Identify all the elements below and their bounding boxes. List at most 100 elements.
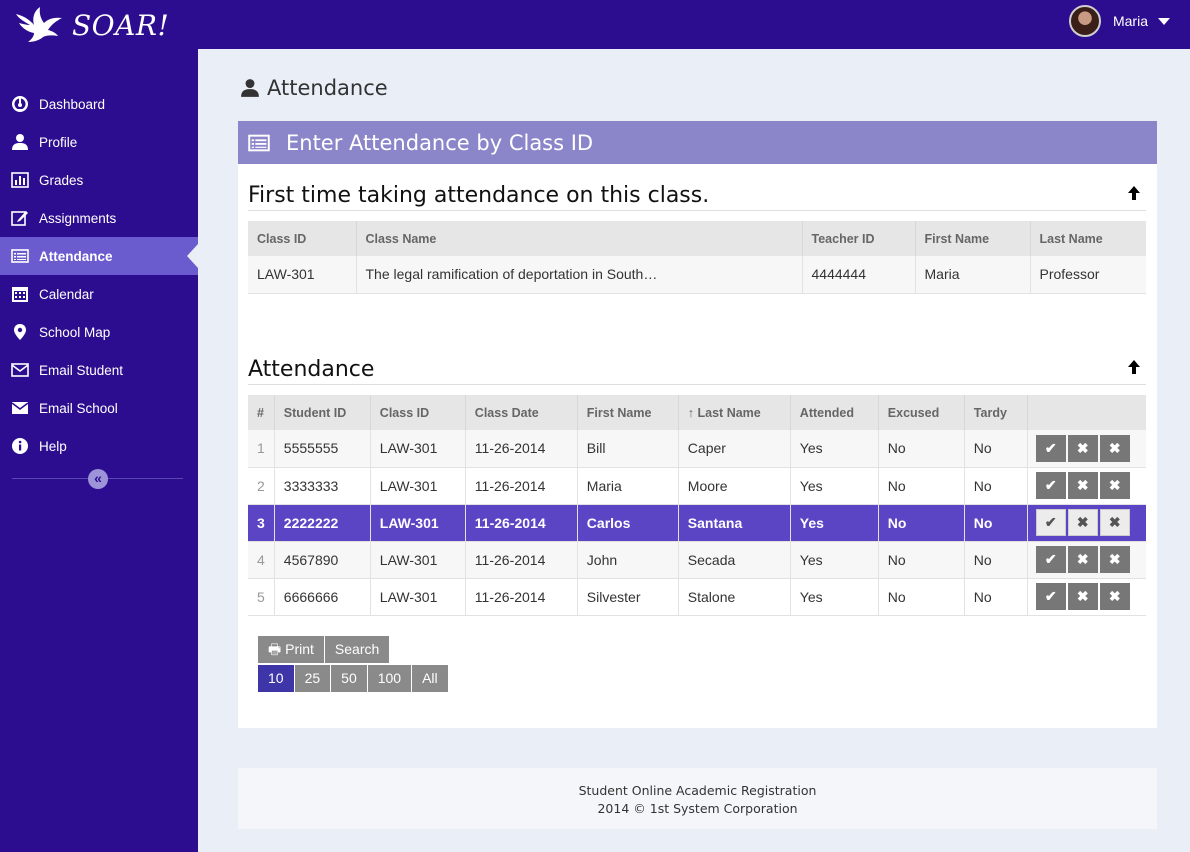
- sidebar-item-dashboard[interactable]: Dashboard: [0, 85, 198, 123]
- page-size-all[interactable]: All: [412, 665, 448, 692]
- avatar: [1068, 5, 1101, 37]
- cell-student-id: 2222222: [274, 504, 371, 542]
- times-icon: ✖: [1076, 477, 1089, 493]
- cell-last-name: Secada: [678, 541, 791, 579]
- bar-chart-icon: [11, 171, 29, 189]
- sidebar-item-label: Assignments: [39, 210, 117, 226]
- cell-student-id: 5555555: [274, 430, 371, 468]
- page-size-25[interactable]: 25: [294, 665, 331, 692]
- sidebar-item-attendance[interactable]: Attendance: [0, 237, 198, 275]
- cell-class-id: LAW-301: [370, 504, 466, 542]
- info-icon: [11, 437, 29, 455]
- cell-first-name: John: [577, 541, 679, 579]
- mark-attended-button[interactable]: ✔: [1035, 434, 1066, 462]
- column-header[interactable]: Class ID: [370, 395, 466, 430]
- sidebar-item-help[interactable]: Help: [0, 427, 198, 465]
- cell-attended: Yes: [790, 430, 879, 468]
- sidebar-item-email-school[interactable]: Email School: [0, 389, 198, 427]
- mark-tardy-button[interactable]: ✖: [1099, 472, 1130, 499]
- arrow-up-icon[interactable]: [1127, 359, 1141, 375]
- page-size-100[interactable]: 100: [367, 665, 412, 692]
- arrow-up-icon[interactable]: [1127, 185, 1141, 201]
- sidebar-item-calendar[interactable]: Calendar: [0, 275, 198, 313]
- sidebar-item-label: Dashboard: [39, 96, 106, 112]
- sidebar-item-school-map[interactable]: School Map: [0, 313, 198, 351]
- row-actions: ✔ ✖ ✖: [1027, 578, 1146, 616]
- table-row[interactable]: 4 4567890 LAW-301 11-26-2014 John Secada…: [248, 541, 1146, 579]
- sidebar-item-label: School Map: [39, 324, 111, 340]
- sidebar-item-grades[interactable]: Grades: [0, 161, 198, 199]
- row-actions: ✔ ✖ ✖: [1027, 504, 1146, 542]
- cell-student-id: 3333333: [274, 467, 371, 505]
- cell-excused: No: [878, 504, 965, 542]
- table-row-selected[interactable]: 3 2222222 LAW-301 11-26-2014 Carlos Sant…: [248, 504, 1146, 542]
- page-size-50[interactable]: 50: [331, 665, 367, 692]
- sidebar-item-email-student[interactable]: Email Student: [0, 351, 198, 389]
- cell-index: 5: [248, 578, 275, 616]
- column-header[interactable]: Class Date: [465, 395, 578, 430]
- user-menu[interactable]: Maria: [1068, 5, 1170, 37]
- mark-excused-button[interactable]: ✖: [1067, 472, 1098, 499]
- sidebar-item-label: Attendance: [39, 248, 113, 264]
- collapse-sidebar-button[interactable]: «: [88, 469, 108, 489]
- mark-tardy-button[interactable]: ✖: [1099, 434, 1130, 462]
- search-button[interactable]: Search: [324, 636, 390, 663]
- mark-attended-button[interactable]: ✔: [1035, 472, 1066, 499]
- cell-attended: Yes: [790, 578, 879, 616]
- column-header[interactable]: Attended: [790, 395, 879, 430]
- column-header-sorted[interactable]: ↑ Last Name: [678, 395, 791, 430]
- mark-attended-button[interactable]: ✔: [1035, 583, 1066, 610]
- mark-tardy-button[interactable]: ✖: [1099, 546, 1130, 573]
- column-header[interactable]: Tardy: [964, 395, 1028, 430]
- times-icon: ✖: [1108, 588, 1121, 604]
- cell-last-name: Santana: [678, 504, 791, 542]
- table-row[interactable]: 1 5555555 LAW-301 11-26-2014 Bill Caper …: [248, 430, 1146, 468]
- sidebar-item-assignments[interactable]: Assignments: [0, 199, 198, 237]
- mark-tardy-button[interactable]: ✖: [1099, 583, 1130, 610]
- cell-attended: Yes: [790, 541, 879, 579]
- column-header[interactable]: First Name: [577, 395, 679, 430]
- top-bar: SOAR! Maria: [0, 0, 1190, 49]
- table-tools: 🖶 Print Search: [258, 636, 390, 663]
- column-header[interactable]: Last Name: [1030, 221, 1146, 256]
- section-divider: [248, 384, 1146, 385]
- mark-excused-button[interactable]: ✖: [1067, 583, 1098, 610]
- mark-excused-button[interactable]: ✖: [1067, 546, 1098, 573]
- column-header[interactable]: Teacher ID: [802, 221, 916, 256]
- cell-first-name: Maria: [577, 467, 679, 505]
- sidebar-item-label: Calendar: [39, 286, 94, 302]
- sidebar-item-profile[interactable]: Profile: [0, 123, 198, 161]
- column-header[interactable]: Class ID: [248, 221, 357, 256]
- cell-index: 4: [248, 541, 275, 579]
- attendance-table: # Student ID Class ID Class Date First N…: [248, 395, 1146, 616]
- section-divider: [248, 210, 1146, 211]
- column-header[interactable]: First Name: [915, 221, 1031, 256]
- footer: Student Online Academic Registration 201…: [238, 768, 1157, 829]
- mark-excused-button[interactable]: ✖: [1067, 434, 1098, 462]
- print-button[interactable]: 🖶 Print: [258, 636, 324, 663]
- cell-last-name: Professor: [1030, 256, 1146, 294]
- sidebar-item-label: Profile: [39, 134, 78, 150]
- cell-last-name: Caper: [678, 430, 791, 468]
- mark-attended-button[interactable]: ✔: [1035, 546, 1066, 573]
- cell-tardy: No: [964, 430, 1028, 468]
- table-row[interactable]: LAW-301 The legal ramification of deport…: [248, 256, 1146, 294]
- brand[interactable]: SOAR!: [14, 6, 169, 44]
- times-icon: ✖: [1076, 551, 1089, 567]
- cell-class-date: 11-26-2014: [465, 430, 578, 468]
- cell-teacher-id: 4444444: [802, 256, 916, 294]
- column-header[interactable]: #: [248, 395, 275, 430]
- column-header[interactable]: Student ID: [274, 395, 371, 430]
- table-row[interactable]: 2 3333333 LAW-301 11-26-2014 Maria Moore…: [248, 467, 1146, 505]
- cell-class-date: 11-26-2014: [465, 578, 578, 616]
- times-icon: ✖: [1108, 439, 1121, 456]
- column-header[interactable]: Class Name: [356, 221, 803, 256]
- cell-class-id: LAW-301: [248, 256, 357, 294]
- page-size-10[interactable]: 10: [258, 665, 294, 692]
- class-table: Class ID Class Name Teacher ID First Nam…: [248, 221, 1146, 294]
- column-header[interactable]: Excused: [878, 395, 965, 430]
- mark-attended-button[interactable]: ✔: [1035, 509, 1066, 536]
- mark-excused-button[interactable]: ✖: [1067, 509, 1098, 536]
- mark-tardy-button[interactable]: ✖: [1099, 509, 1130, 536]
- table-row[interactable]: 5 6666666 LAW-301 11-26-2014 Silvester S…: [248, 578, 1146, 616]
